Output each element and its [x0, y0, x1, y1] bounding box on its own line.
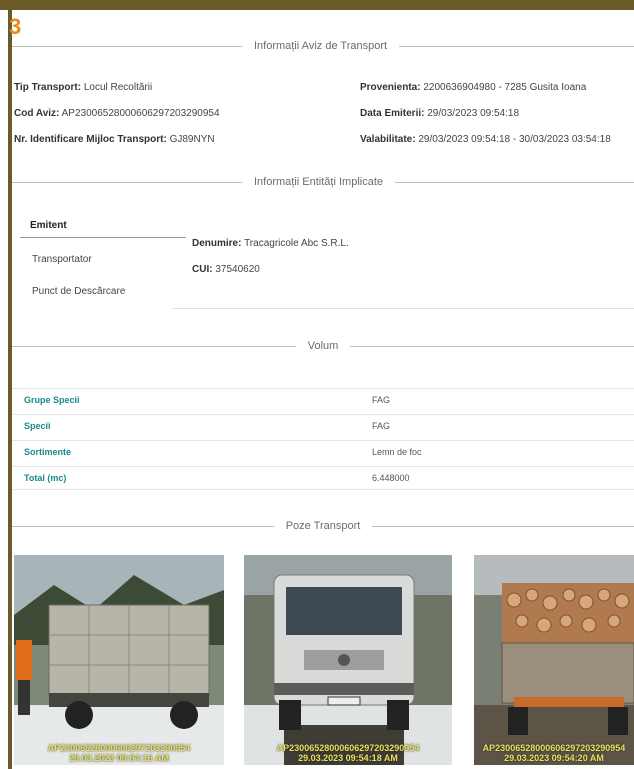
- truck-side-image: [14, 555, 224, 765]
- frame-left: [8, 0, 12, 769]
- transport-photo-2[interactable]: AP23006528000606297203290954 29.03.2023 …: [244, 555, 452, 765]
- section-poze-header: Poze Transport: [12, 516, 634, 536]
- tab-emitent[interactable]: Emitent: [20, 214, 186, 238]
- volum-label: Total (mc): [24, 473, 67, 483]
- section-aviz-title: Informații Aviz de Transport: [254, 40, 388, 52]
- photo-caption: AP23006528000606297203290954 29.03.2023 …: [482, 743, 626, 763]
- field-tip-transport: Tip Transport: Locul Recoltării: [14, 82, 153, 93]
- volum-row: Grupe Specii FAG: [12, 388, 634, 411]
- section-entitati-title: Informații Entități Implicate: [254, 176, 383, 188]
- volum-value: Lemn de foc: [372, 447, 422, 457]
- volum-row: Total (mc) 6.448000: [12, 466, 634, 490]
- transport-photo-1[interactable]: AP23006528000606297203290954 29.03.2023 …: [14, 555, 224, 765]
- section-volum-header: Volum: [12, 336, 634, 356]
- truck-front-image: [244, 555, 452, 765]
- volum-value: FAG: [372, 395, 391, 405]
- entity-panel: Emitent Transportator Punct de Descărcar…: [12, 210, 634, 310]
- field-cui: CUI: 37540620: [192, 264, 260, 275]
- tab-transportator[interactable]: Transportator: [22, 248, 102, 271]
- photo-caption: AP23006528000606297203290954 29.03.2023 …: [47, 743, 191, 763]
- field-denumire: Denumire: Tracagricole Abc S.R.L.: [192, 238, 349, 249]
- field-cod-aviz: Cod Aviz: AP23006528000606297203290954: [14, 108, 220, 119]
- field-provenienta: Provenienta: 2200636904980 - 7285 Gusita…: [360, 82, 587, 93]
- volum-row: Specii FAG: [12, 414, 634, 437]
- truck-wood-image: [474, 555, 634, 765]
- volum-label: Grupe Specii: [24, 395, 80, 405]
- field-data-emiterii: Data Emiterii: 29/03/2023 09:54:18: [360, 108, 520, 119]
- photo-caption: AP23006528000606297203290954 29.03.2023 …: [276, 743, 420, 763]
- section-poze-title: Poze Transport: [285, 520, 361, 532]
- field-valabilitate: Valabilitate: 29/03/2023 09:54:18 - 30/0…: [360, 134, 611, 145]
- volum-row: Sortimente Lemn de foc: [12, 440, 634, 463]
- volum-value: FAG: [372, 421, 391, 431]
- frame-top: [0, 0, 634, 10]
- transport-photo-3[interactable]: AP23006528000606297203290954 29.03.2023 …: [474, 555, 634, 765]
- entity-divider: [172, 308, 634, 309]
- volum-label: Sortimente: [24, 447, 72, 457]
- tab-punct-descarcare[interactable]: Punct de Descărcare: [22, 280, 135, 303]
- field-nr-identificare: Nr. Identificare Mijloc Transport: GJ89N…: [14, 134, 215, 145]
- volum-value: 6.448000: [372, 473, 410, 483]
- volum-label: Specii: [24, 421, 51, 431]
- section-volum-title: Volum: [307, 340, 339, 352]
- section-entitati-header: Informații Entități Implicate: [12, 172, 634, 192]
- section-aviz-header: Informații Aviz de Transport: [12, 36, 634, 56]
